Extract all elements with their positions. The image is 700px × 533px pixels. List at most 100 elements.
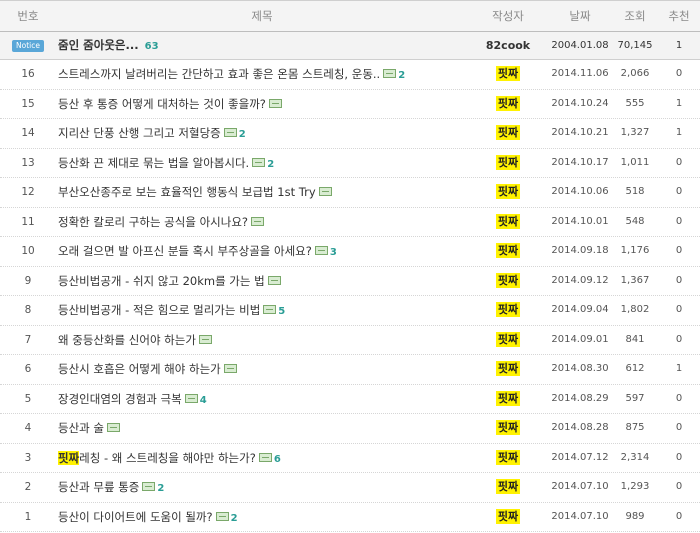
- post-author-cell: 핏짜: [468, 414, 548, 442]
- post-title-link[interactable]: 정확한 칼로리 구하는 공식을 아시나요?: [58, 215, 248, 229]
- post-date: 2014.09.01: [551, 333, 609, 345]
- post-author[interactable]: 핏짜: [495, 420, 521, 435]
- post-views: 2,314: [620, 451, 650, 463]
- post-title-cell: 스트레스까지 날려버리는 간단하고 효과 좋은 온몸 스트레칭, 운동.. 2: [56, 60, 470, 90]
- post-title-cell: 등산 후 통증 어떻게 대처하는 것이 좋을까?: [56, 90, 470, 118]
- post-title-cell: 오래 걸으면 발 아프신 분들 혹시 부주상골을 아세요? 3: [56, 237, 470, 267]
- post-author[interactable]: 핏짜: [495, 331, 521, 347]
- comment-count[interactable]: 2: [239, 129, 246, 140]
- post-title-link[interactable]: 스트레스까지 날려버리는 간단하고 효과 좋은 온몸 스트레칭, 운동..: [58, 67, 380, 81]
- post-title-link[interactable]: 레칭 - 왜 스트레칭을 해야만 하는가?: [79, 451, 256, 465]
- post-recommend: 1: [675, 363, 683, 374]
- image-attachment-icon: [106, 423, 120, 432]
- post-title-link[interactable]: 부산오산종주로 보는 효율적인 행동식 보급법 1st Try: [58, 185, 316, 199]
- table-row[interactable]: 8 등산비법공개 - 적은 힘으로 멀리가는 비법 5 핏짜 2014.09.04 1,8…: [0, 296, 700, 326]
- post-views: 1,293: [620, 481, 650, 492]
- comment-count[interactable]: 2: [231, 513, 238, 524]
- post-title-link[interactable]: 등산 후 통증 어떻게 대처하는 것이 좋을까?: [58, 97, 266, 111]
- header-no: 번호: [17, 9, 39, 23]
- table-row[interactable]: 12 부산오산종주로 보는 효율적인 행동식 보급법 1st Try 핏짜 2014.…: [0, 178, 700, 208]
- notice-row[interactable]: Notice 줌인 줌아웃은... 63 82cook 2004.01.08 7…: [0, 32, 700, 60]
- table-row[interactable]: 6 등산시 호흡은 어떻게 해야 하는가 핏짜 2014.08.30 612 1: [0, 355, 700, 385]
- image-attachment-icon: [142, 482, 156, 491]
- post-author[interactable]: 핏짜: [495, 213, 521, 229]
- post-date: 2014.08.30: [551, 363, 609, 374]
- table-row[interactable]: 13 등산화 끈 제대로 묶는 법을 알아봅시다. 2 핏짜 2014.10.17 1,0…: [0, 149, 700, 179]
- table-row[interactable]: 9 등산비법공개 - 쉬지 않고 20km를 가는 법 핏짜 2014.09.12 1,…: [0, 267, 700, 296]
- post-author-cell: 핏짜: [468, 178, 548, 206]
- table-row[interactable]: 10 오래 걸으면 발 아프신 분들 혹시 부주상골을 아세요? 3 핏짜 2014.0…: [0, 237, 700, 267]
- notice-comment-count[interactable]: 63: [145, 41, 159, 52]
- comment-count[interactable]: 2: [398, 70, 405, 81]
- post-author[interactable]: 핏짜: [495, 243, 521, 258]
- table-row[interactable]: 5 장경인대염의 경험과 극복 4 핏짜 2014.08.29 597 0: [0, 385, 700, 414]
- table-row[interactable]: 7 왜 중등산화를 신어야 하는가 핏짜 2014.09.01 841 0: [0, 326, 700, 355]
- table-row[interactable]: 4 등산과 술 핏짜 2014.08.28 875 0: [0, 414, 700, 444]
- notice-author[interactable]: 82cook: [468, 32, 548, 59]
- table-row[interactable]: 15 등산 후 통증 어떻게 대처하는 것이 좋을까? 핏짜 2014.10.24 55…: [0, 90, 700, 119]
- post-author[interactable]: 핏짜: [495, 449, 521, 465]
- post-author[interactable]: 핏짜: [495, 125, 521, 140]
- post-author[interactable]: 핏짜: [495, 154, 521, 170]
- post-date: 2014.07.12: [551, 451, 609, 463]
- post-title-link[interactable]: 등산이 다이어트에 도움이 될까?: [58, 510, 213, 524]
- post-views: 612: [625, 363, 645, 374]
- post-author[interactable]: 핏짜: [495, 390, 521, 406]
- post-date: 2014.11.06: [551, 68, 609, 79]
- post-author[interactable]: 핏짜: [495, 272, 521, 288]
- post-recommend: 0: [675, 333, 683, 345]
- post-recommend: 0: [675, 245, 683, 256]
- post-recommend: 1: [675, 97, 683, 109]
- table-row[interactable]: 2 등산과 무릎 통증 2 핏짜 2014.07.10 1,293 0: [0, 473, 700, 503]
- post-title-cell: 등산화 끈 제대로 묶는 법을 알아봅시다. 2: [56, 149, 470, 179]
- comment-count[interactable]: 4: [200, 395, 207, 406]
- table-row[interactable]: 1 등산이 다이어트에 도움이 될까? 2 핏짜 2014.07.10 989 0: [0, 503, 700, 532]
- post-title-link[interactable]: 등산화 끈 제대로 묶는 법을 알아봅시다.: [58, 156, 249, 170]
- post-title-link[interactable]: 오래 걸으면 발 아프신 분들 혹시 부주상골을 아세요?: [58, 244, 312, 258]
- post-recommend: 0: [675, 392, 683, 404]
- post-title-link[interactable]: 장경인대염의 경험과 극복: [58, 392, 182, 406]
- post-title-link[interactable]: 왜 중등산화를 신어야 하는가: [58, 333, 196, 347]
- table-row[interactable]: 16 스트레스까지 날려버리는 간단하고 효과 좋은 온몸 스트레칭, 운동.. 2…: [0, 60, 700, 90]
- table-row[interactable]: 14 지리산 단풍 산행 그리고 저혈당증 2 핏짜 2014.10.21 1,327 1: [0, 119, 700, 149]
- comment-count[interactable]: 6: [274, 454, 281, 465]
- post-views: 518: [625, 186, 645, 197]
- post-views: 1,802: [620, 304, 650, 315]
- post-views: 1,011: [620, 156, 650, 168]
- post-author[interactable]: 핏짜: [495, 184, 521, 199]
- post-author-cell: 핏짜: [468, 60, 548, 88]
- post-author[interactable]: 핏짜: [495, 66, 521, 81]
- notice-title-link[interactable]: 줌인 줌아웃은...: [58, 38, 139, 52]
- post-number: 6: [24, 363, 32, 375]
- title-highlight[interactable]: 핏짜: [58, 450, 80, 465]
- post-title-link[interactable]: 등산시 호흡은 어떻게 해야 하는가: [58, 362, 221, 376]
- post-recommend: 1: [675, 127, 683, 138]
- table-row[interactable]: 11 정확한 칼로리 구하는 공식을 아시나요? 핏짜 2014.10.01 548 0: [0, 208, 700, 237]
- notice-title-cell: 줌인 줌아웃은... 63: [56, 32, 470, 60]
- post-date: 2014.10.21: [551, 127, 609, 138]
- post-author[interactable]: 핏짜: [495, 302, 521, 317]
- comment-count[interactable]: 2: [267, 159, 274, 170]
- post-title-link[interactable]: 등산비법공개 - 적은 힘으로 멀리가는 비법: [58, 303, 260, 317]
- post-author-cell: 핏짜: [468, 296, 548, 324]
- post-author[interactable]: 핏짜: [495, 479, 521, 494]
- table-row[interactable]: 3 핏짜레칭 - 왜 스트레칭을 해야만 하는가? 6 핏짜 2014.07.12 2,3…: [0, 444, 700, 473]
- post-date: 2014.10.06: [551, 186, 609, 197]
- comment-count[interactable]: 2: [157, 483, 164, 494]
- post-number: 14: [21, 127, 35, 139]
- post-title-link[interactable]: 등산과 술: [58, 421, 104, 435]
- comment-count[interactable]: 5: [278, 306, 285, 317]
- image-attachment-icon: [318, 187, 332, 196]
- post-author[interactable]: 핏짜: [495, 361, 521, 376]
- notice-badge: Notice: [12, 40, 44, 52]
- comment-count[interactable]: 3: [330, 247, 337, 258]
- post-title-cell: 등산과 술: [56, 414, 470, 442]
- post-title-link[interactable]: 등산과 무릎 통증: [58, 480, 139, 494]
- post-title-link[interactable]: 지리산 단풍 산행 그리고 저혈당증: [58, 126, 221, 140]
- post-views: 1,327: [620, 127, 650, 138]
- post-recommend: 0: [675, 215, 683, 227]
- header-title: 제목: [251, 9, 273, 23]
- post-number: 15: [21, 97, 35, 110]
- post-title-link[interactable]: 등산비법공개 - 쉬지 않고 20km를 가는 법: [58, 274, 265, 288]
- post-author[interactable]: 핏짜: [495, 95, 521, 111]
